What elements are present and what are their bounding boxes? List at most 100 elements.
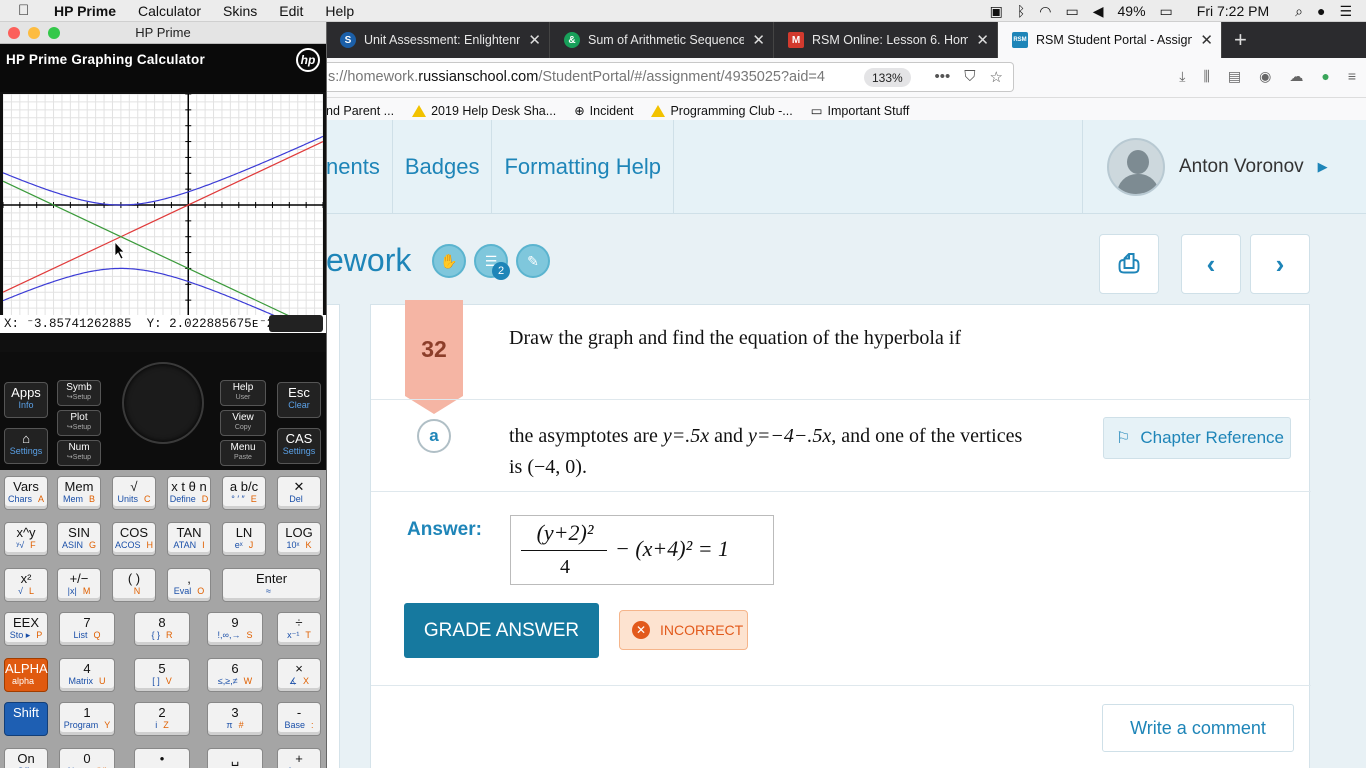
key-esc[interactable]: Esc Clear [277, 382, 321, 418]
calc-key[interactable]: +Ans; [277, 748, 321, 768]
spotlight-icon[interactable]: ⌕ [1295, 3, 1303, 20]
bookmark-parent[interactable]: nd Parent ... [326, 104, 394, 118]
calc-key[interactable]: ␣_ [207, 748, 263, 768]
user-menu[interactable]: Anton Voronov ▶ [1082, 120, 1366, 214]
menu-calculator[interactable]: Calculator [138, 3, 201, 19]
calc-key[interactable]: × ∡ X [277, 658, 321, 692]
prev-button[interactable]: ‹ [1181, 234, 1241, 294]
calc-key[interactable]: 5[ ] V [134, 658, 190, 692]
calc-key[interactable]: +/− |x| M [57, 568, 101, 602]
calc-key[interactable]: EEX Sto ▸ P [4, 612, 48, 646]
sidebar-icon[interactable]: ▤ [1228, 68, 1241, 85]
graph-screen[interactable] [3, 94, 323, 316]
volume-icon[interactable]: ◀ [1093, 3, 1104, 20]
url-bar[interactable]: s://homework. russianschool.com/StudentPo… [326, 62, 1014, 92]
calc-key[interactable]: SIN ASIN G [57, 522, 101, 556]
close-tab-icon[interactable]: ✕ [1200, 31, 1213, 49]
calc-key[interactable]: Mem Mem B [57, 476, 101, 510]
account-icon[interactable]: ◉ [1259, 68, 1271, 85]
close-window-icon[interactable] [8, 27, 20, 39]
calc-key[interactable]: Enter ≈ [222, 568, 321, 602]
bluetooth-icon[interactable]: ᛒ [1017, 3, 1025, 19]
zoom-window-icon[interactable] [48, 27, 60, 39]
clock[interactable]: Fri 7:22 PM [1197, 3, 1269, 19]
calc-key[interactable]: - Base: [277, 702, 321, 736]
calc-key[interactable]: •= [134, 748, 190, 768]
close-tab-icon[interactable]: ✕ [528, 31, 541, 49]
key-apps[interactable]: Apps Info [4, 382, 48, 418]
tab-rsm-portal[interactable]: RSM RSM Student Portal - Assignme ✕ [998, 22, 1222, 58]
calc-key[interactable]: 8{ } R [134, 612, 190, 646]
menu-app-name[interactable]: HP Prime [54, 3, 116, 19]
bookmark-programming-club[interactable]: Programming Club -... [651, 104, 793, 118]
extension-icon[interactable]: ☁ [1289, 68, 1303, 85]
pocket-icon[interactable]: ⛉ [964, 68, 975, 86]
page-actions-icon[interactable]: ••• [935, 68, 951, 86]
bookmark-incident[interactable]: ⊕ Incident [574, 103, 633, 119]
menu-softkey[interactable] [269, 315, 323, 332]
calc-key[interactable]: 9 !,∞,→ S [207, 612, 263, 646]
calc-key[interactable]: 1 Program Y [59, 702, 115, 736]
wifi-icon[interactable]: ◠ [1039, 3, 1051, 20]
calc-key[interactable]: x² √ L [4, 568, 48, 602]
apple-menu-icon[interactable]:  [18, 2, 36, 19]
close-tab-icon[interactable]: ✕ [752, 31, 765, 49]
calc-key[interactable]: OnOff [4, 748, 48, 768]
siri-icon[interactable]: ● [1317, 3, 1325, 19]
calc-key[interactable]: TAN ATAN I [167, 522, 211, 556]
calc-key[interactable]: x^y ʸ√ F [4, 522, 48, 556]
tab-unit-assessment[interactable]: S Unit Assessment: Enlightenmen ✕ [326, 22, 550, 58]
notification-center-icon[interactable]: ☰ [1339, 3, 1352, 20]
tools-icon[interactable]: ✎ [516, 244, 550, 278]
download-icon[interactable]: ⤓ [1179, 68, 1185, 85]
calc-key[interactable]: ( ) N [112, 568, 156, 602]
calc-key[interactable]: 4 Matrix U [59, 658, 115, 692]
key-cas[interactable]: CAS Settings [277, 428, 321, 464]
menu-help[interactable]: Help [325, 3, 354, 19]
tab-rsm-online[interactable]: M RSM Online: Lesson 6. Homewo ✕ [774, 22, 998, 58]
hand-icon[interactable]: ✋ [432, 244, 466, 278]
menu-edit[interactable]: Edit [279, 3, 303, 19]
key-num[interactable]: Num ↪Setup [57, 440, 101, 466]
calc-key[interactable]: LN eˣ J [222, 522, 266, 556]
calc-key[interactable]: 3 π # [207, 702, 263, 736]
nav-formatting-help[interactable]: Formatting Help [492, 120, 674, 214]
calc-key[interactable]: ÷ x⁻¹ T [277, 612, 321, 646]
key-help[interactable]: Help User [220, 380, 266, 406]
grade-answer-button[interactable]: GRADE ANSWER [404, 603, 599, 658]
calc-key[interactable]: 2iZ [134, 702, 190, 736]
calc-key[interactable]: x t θ n Define D [167, 476, 211, 510]
menu-icon[interactable]: ≡ [1348, 68, 1356, 85]
calc-key[interactable]: a b/c ° ′ ″ E [222, 476, 266, 510]
key-menu[interactable]: Menu Paste [220, 440, 266, 466]
bookmark-help-desk[interactable]: 2019 Help Desk Sha... [412, 104, 556, 118]
calc-key[interactable]: ✕ Del [277, 476, 321, 510]
library-icon[interactable]: ⫼ [1203, 68, 1209, 85]
battery-icon[interactable]: ▭ [1160, 3, 1173, 20]
direction-pad[interactable] [122, 362, 204, 444]
key-symb[interactable]: Symb ↪Setup [57, 380, 101, 406]
key-home[interactable]: ⌂ Settings [4, 428, 48, 464]
menu-skins[interactable]: Skins [223, 3, 257, 19]
bookmark-star-icon[interactable]: ☆ [990, 68, 1003, 86]
chapter-reference-button[interactable]: ⚐ Chapter Reference [1103, 417, 1291, 459]
calc-key[interactable]: 7 List Q [59, 612, 115, 646]
next-button[interactable]: › [1250, 234, 1310, 294]
bookmark-important-stuff[interactable]: ▭ Important Stuff [811, 103, 910, 119]
calc-key[interactable]: 6 ≤,≥,≠ W [207, 658, 263, 692]
calc-key[interactable]: LOG 10ˣ K [277, 522, 321, 556]
calc-key[interactable]: ALPHA alpha [4, 658, 48, 692]
calc-key[interactable]: √ Units C [112, 476, 156, 510]
books-icon[interactable]: ☰ 2 [474, 244, 510, 280]
nav-assignments[interactable]: nents [326, 120, 393, 214]
calc-key[interactable]: Shift [4, 702, 48, 736]
zoom-level[interactable]: 133% [864, 68, 911, 87]
box-icon[interactable]: ▣ [990, 3, 1003, 20]
new-tab-button[interactable]: + [1222, 22, 1259, 58]
battery-percent[interactable]: 49% [1118, 3, 1146, 19]
write-comment-button[interactable]: Write a comment [1102, 704, 1294, 752]
airplay-icon[interactable]: ▭ [1065, 3, 1078, 20]
extension-b-icon[interactable]: ● [1321, 68, 1329, 85]
calc-key[interactable]: , Eval O [167, 568, 211, 602]
close-tab-icon[interactable]: ✕ [976, 31, 989, 49]
